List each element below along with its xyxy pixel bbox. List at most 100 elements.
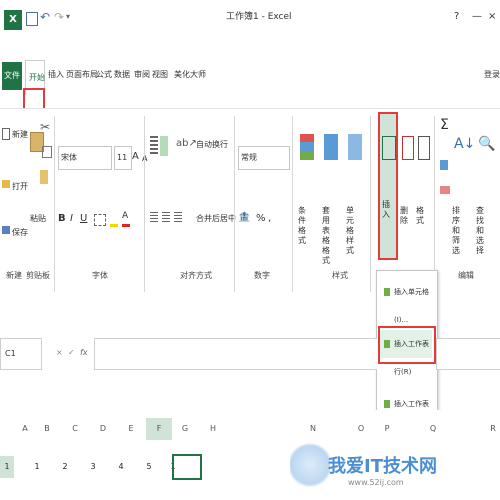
tab-formulas[interactable]: 公式	[96, 70, 112, 80]
cell-styles-icon	[348, 134, 362, 160]
paste-button[interactable]: 粘贴	[28, 120, 50, 250]
cell[interactable]: 2	[52, 456, 78, 478]
insert-cells-menu-item[interactable]: 插入单元格(I)...	[380, 278, 432, 324]
tab-file[interactable]: 文件	[2, 62, 22, 90]
fill-color-icon[interactable]	[110, 212, 118, 227]
insert-cells-small-icon	[384, 288, 390, 296]
login-link[interactable]: 登录	[484, 70, 500, 80]
minimize-button[interactable]: —	[472, 12, 482, 22]
cut-icon[interactable]: ✂	[40, 120, 50, 134]
undo-icon[interactable]: ↶	[40, 10, 50, 24]
column-header-q[interactable]: Q	[420, 418, 446, 440]
save-file-button[interactable]: 保存	[2, 226, 28, 240]
open-button[interactable]: 打开	[2, 180, 28, 194]
bold-button[interactable]: B	[58, 214, 66, 224]
table-format-icon	[324, 134, 338, 160]
font-size-select[interactable]: 11	[114, 146, 132, 170]
cancel-button[interactable]: ×	[56, 348, 63, 358]
cond-format-icon	[300, 134, 314, 160]
cell[interactable]: 4	[108, 456, 134, 478]
font-name-select[interactable]: 宋体	[58, 146, 112, 170]
tab-review[interactable]: 审阅	[134, 70, 150, 80]
insert-button-highlight	[378, 112, 398, 260]
folder-icon	[2, 180, 10, 188]
cell[interactable]: 1	[24, 456, 50, 478]
table-format-button[interactable]: 套用表格格式	[322, 120, 344, 265]
column-header-r[interactable]: R	[480, 418, 500, 440]
column-header-g[interactable]: G	[172, 418, 198, 440]
currency-icon[interactable]: 🏦	[238, 212, 250, 223]
autosum-button[interactable]: Σ	[440, 118, 449, 132]
tab-insert[interactable]: 插入	[48, 70, 64, 80]
watermark-logo	[290, 440, 330, 490]
formula-input-right[interactable]	[436, 338, 500, 370]
align-left-icon[interactable]	[150, 212, 158, 224]
number-format-select[interactable]: 常规	[238, 146, 290, 170]
find-select-button[interactable]: 🔍 查找和选择	[476, 120, 498, 260]
tab-view[interactable]: 视图	[152, 70, 168, 80]
align-top-icon[interactable]	[150, 136, 158, 156]
help-button[interactable]: ?	[454, 12, 459, 22]
align-right-icon[interactable]	[174, 212, 182, 224]
group-label-alignment: 对齐方式	[180, 271, 212, 280]
font-color-icon[interactable]: A	[122, 212, 130, 227]
cell-styles-button[interactable]: 单元格样式	[346, 120, 368, 260]
italic-button[interactable]: I	[70, 214, 73, 224]
new-button[interactable]: 新建	[2, 128, 28, 142]
name-box[interactable]: C1	[0, 338, 42, 370]
customize-qat-icon[interactable]: ▾	[66, 12, 70, 21]
tab-beautify[interactable]: 美化大师	[174, 70, 206, 80]
align-center-icon[interactable]	[162, 212, 170, 224]
excel-logo-icon: X	[4, 10, 22, 30]
column-header-e[interactable]: E	[118, 418, 144, 440]
format-cells-button[interactable]: 格式	[416, 120, 430, 260]
fx-button[interactable]: fx	[80, 348, 88, 358]
sort-icon: A↓	[454, 136, 476, 152]
formula-input[interactable]	[94, 338, 377, 370]
column-header-p[interactable]: P	[374, 418, 400, 440]
group-label-clipboard: 剪贴板	[26, 271, 50, 280]
format-painter-icon[interactable]	[40, 170, 48, 184]
column-header-n[interactable]: N	[300, 418, 326, 440]
column-header-b[interactable]: B	[34, 418, 60, 440]
clear-icon[interactable]	[440, 186, 450, 194]
floppy-icon	[2, 226, 10, 234]
column-header-o[interactable]: O	[348, 418, 374, 440]
fill-icon[interactable]	[440, 160, 448, 170]
new-doc-icon	[2, 128, 10, 140]
cell[interactable]: 5	[136, 456, 162, 478]
save-icon[interactable]	[26, 12, 38, 26]
group-label-editing: 编辑	[458, 271, 474, 280]
group-label-style: 样式	[332, 271, 348, 280]
cell[interactable]: 3	[80, 456, 106, 478]
watermark-url: www.52ij.com	[348, 478, 404, 487]
column-header-d[interactable]: D	[90, 418, 116, 440]
percent-button[interactable]: %	[256, 214, 266, 224]
column-header-c[interactable]: C	[62, 418, 88, 440]
border-icon[interactable]	[94, 214, 106, 226]
window-title: 工作簿1 - Excel	[226, 12, 292, 22]
active-cell[interactable]	[172, 454, 202, 480]
tab-data[interactable]: 数据	[114, 70, 130, 80]
find-icon: 🔍	[478, 136, 496, 152]
redo-icon[interactable]: ↷	[54, 10, 64, 24]
underline-button[interactable]: U	[80, 214, 87, 224]
delete-cells-button[interactable]: 删除	[400, 120, 414, 260]
copy-icon[interactable]	[42, 146, 52, 158]
group-label-new: 新建	[6, 271, 22, 280]
column-header-f[interactable]: F	[146, 418, 172, 440]
enter-button[interactable]: ✓	[68, 348, 75, 358]
font-grow-button[interactable]: A	[132, 152, 139, 162]
comma-button[interactable]: ,	[268, 214, 271, 224]
align-middle-icon[interactable]	[160, 136, 168, 156]
close-button[interactable]: ×	[488, 12, 496, 22]
sort-filter-button[interactable]: A↓ 排序和筛选	[452, 120, 476, 260]
column-header-h[interactable]: H	[200, 418, 226, 440]
cond-format-button[interactable]: 条件格式	[298, 120, 318, 260]
title-bar: X ↶ ↷ ▾ 工作簿1 - Excel ? — ×	[0, 0, 500, 44]
row-header-1[interactable]: 1	[0, 456, 14, 478]
merge-center-button[interactable]: 合并后居中	[194, 212, 244, 226]
tab-page-layout[interactable]: 页面布局	[66, 70, 98, 80]
format-cells-icon	[418, 136, 430, 160]
delete-cells-icon	[402, 136, 414, 160]
